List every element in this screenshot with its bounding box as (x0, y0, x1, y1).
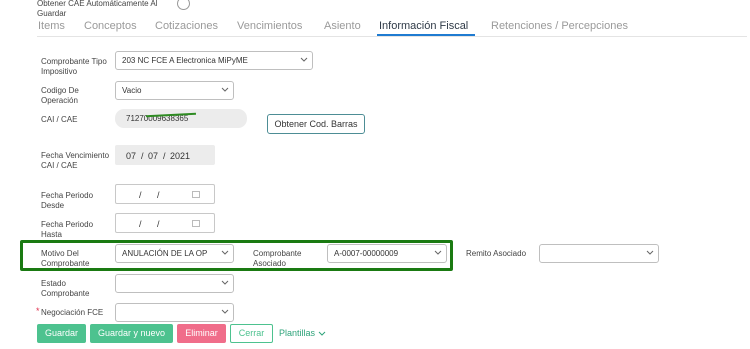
negociacion-select[interactable] (115, 303, 234, 322)
fecha-hasta-label: Fecha Periodo Hasta (41, 220, 94, 239)
required-mark: * (36, 306, 40, 316)
plantillas-dropdown[interactable]: Plantillas (279, 328, 326, 339)
date-separator: / (157, 190, 160, 200)
motivo-value: ANULACIÓN DE LA OP (122, 249, 208, 258)
obtener-cod-barras-button[interactable]: Obtener Cod. Barras (267, 114, 365, 134)
chevron-down-icon (300, 55, 308, 63)
fecha-desde-label: Fecha Periodo Desde (41, 191, 94, 210)
codigo-operacion-value: Vacio (122, 86, 142, 95)
tab-items[interactable]: Items (38, 20, 65, 32)
comprobante-tipo-label: Comprobante Tipo Impositivo (41, 57, 107, 76)
negociacion-label: Negociación FCE (41, 308, 104, 317)
codigo-operacion-label: Codigo De Operación (41, 86, 79, 105)
date-separator: / (163, 151, 166, 161)
cai-field[interactable]: 71270009638365 (115, 109, 247, 128)
fecha-venc-field[interactable]: 07 / 07 / 2021 (115, 145, 215, 165)
tab-divider (37, 36, 747, 37)
date-separator: / (139, 190, 142, 200)
tab-vencimientos[interactable]: Vencimientos (237, 20, 302, 32)
eliminar-button[interactable]: Eliminar (177, 324, 226, 343)
plantillas-label: Plantillas (279, 328, 316, 338)
chevron-down-icon (219, 248, 229, 256)
cerrar-button[interactable]: Cerrar (230, 324, 273, 343)
auto-cae-toggle[interactable] (177, 0, 190, 10)
estado-label: Estado Comprobante (41, 279, 90, 298)
fecha-venc-month: 07 (148, 151, 159, 161)
comp-asociado-label: Comprobante Asociado (253, 249, 302, 268)
estado-select[interactable] (115, 274, 234, 293)
chevron-down-icon (318, 329, 326, 339)
calendar-icon[interactable] (192, 220, 200, 227)
comprobante-tipo-value: 203 NC FCE A Electronica MiPyME (122, 56, 248, 65)
chevron-down-icon (434, 248, 442, 256)
cai-label: CAI / CAE (41, 115, 78, 124)
fecha-venc-day: 07 (126, 151, 137, 161)
chevron-down-icon (221, 307, 229, 315)
active-tab-indicator (377, 34, 475, 36)
chevron-down-icon (646, 248, 654, 256)
date-separator: / (139, 219, 142, 229)
comprobante-tipo-select[interactable]: 203 NC FCE A Electronica MiPyME (115, 51, 313, 70)
comp-asociado-value: A-0007-00000009 (334, 249, 399, 258)
chevron-down-icon (221, 85, 229, 93)
remito-select[interactable] (539, 244, 659, 263)
fecha-desde-field[interactable]: / / (115, 184, 215, 204)
fecha-venc-year: 2021 (170, 151, 191, 161)
auto-cae-label: Obtener CAE Automáticamente Al Guardar (37, 0, 158, 18)
fecha-venc-label: Fecha Vencimiento CAI / CAE (41, 151, 110, 170)
guardar-button[interactable]: Guardar (37, 324, 86, 343)
fecha-hasta-field[interactable]: / / (115, 213, 215, 233)
calendar-icon[interactable] (192, 191, 200, 198)
motivo-select[interactable]: ANULACIÓN DE LA OP (115, 244, 234, 263)
tab-conceptos[interactable]: Conceptos (84, 20, 137, 32)
tab-asiento[interactable]: Asiento (324, 20, 361, 32)
date-separator: / (157, 219, 160, 229)
tab-informacion-fiscal[interactable]: Información Fiscal (379, 20, 468, 32)
tab-retenciones[interactable]: Retenciones / Percepciones (491, 20, 628, 32)
chevron-down-icon (221, 278, 229, 286)
guardar-nuevo-button[interactable]: Guardar y nuevo (90, 324, 173, 343)
codigo-operacion-select[interactable]: Vacio (115, 81, 234, 100)
date-separator: / (141, 151, 144, 161)
remito-label: Remito Asociado (466, 249, 527, 258)
tab-cotizaciones[interactable]: Cotizaciones (155, 20, 218, 32)
comp-asociado-select[interactable]: A-0007-00000009 (327, 244, 447, 263)
motivo-label: Motivo Del Comprobante (41, 249, 90, 268)
